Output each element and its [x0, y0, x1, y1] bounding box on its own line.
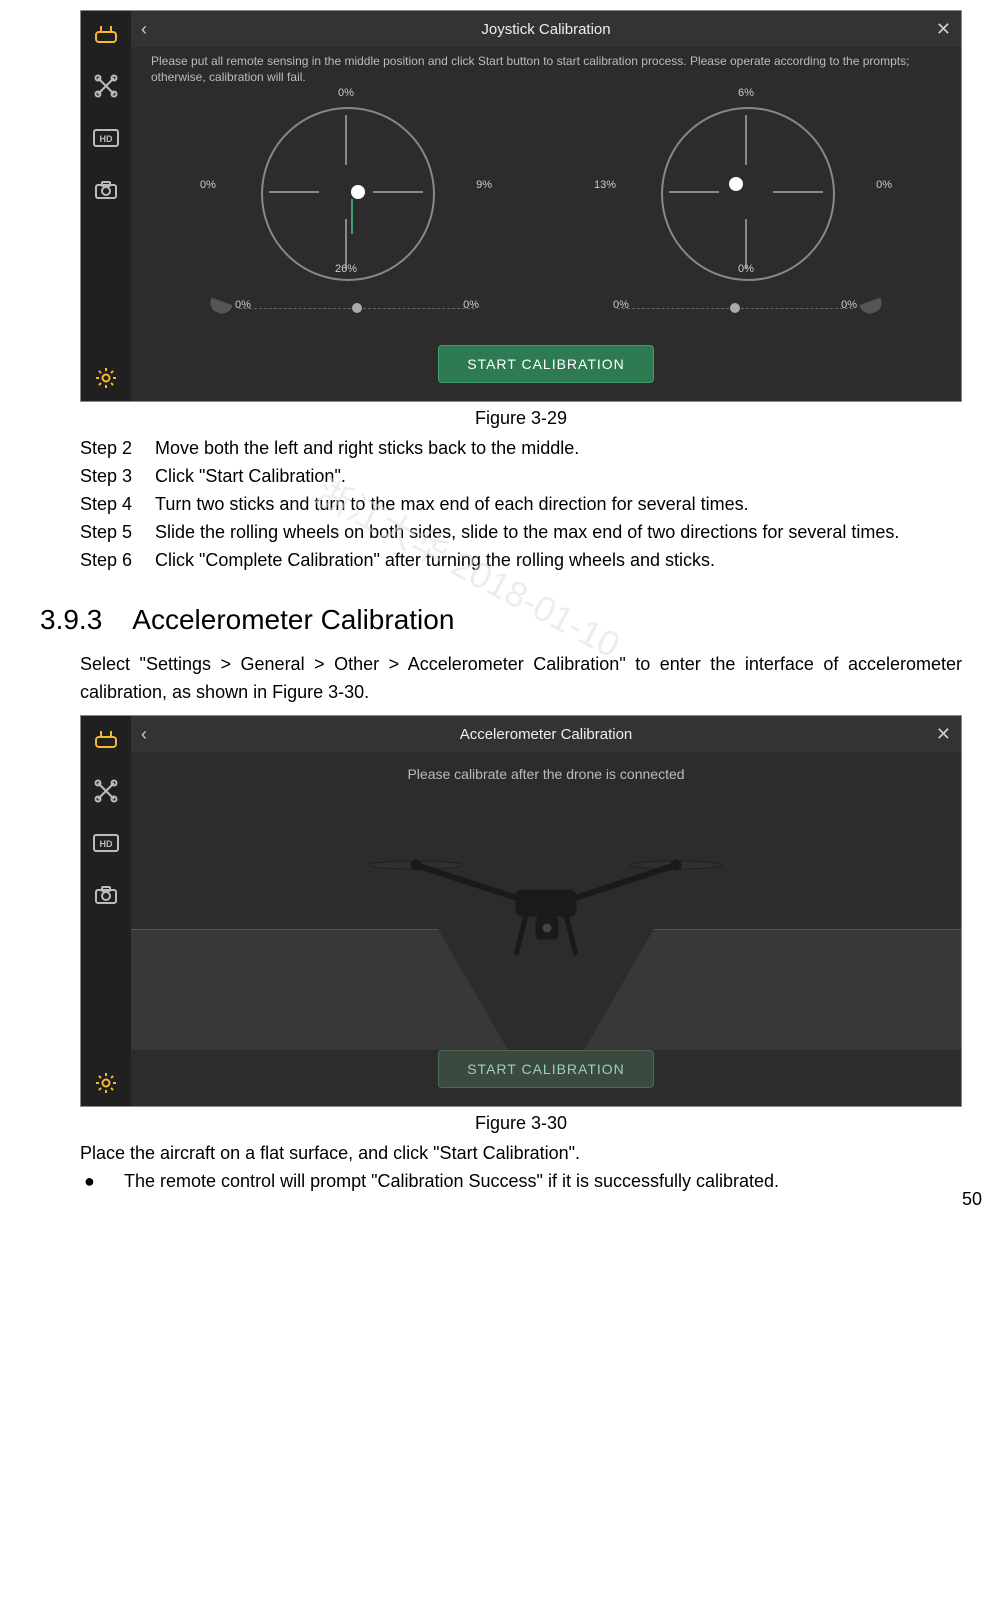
step-label: Step 2 [80, 435, 155, 463]
step-label: Step 4 [80, 491, 155, 519]
joystick-area: 0% 0% 9% 26% [131, 93, 961, 313]
drone-icon[interactable] [93, 778, 119, 804]
bullet-marker: ● [80, 1168, 124, 1196]
right-trigger-icon [860, 298, 885, 317]
left-joystick: 0% 0% 9% 26% [206, 93, 486, 313]
step-label: Step 5 [80, 519, 155, 547]
left-indicator [351, 199, 353, 234]
section-title: Accelerometer Calibration [132, 604, 454, 636]
drone-illustration [131, 790, 961, 1050]
modal-title: Joystick Calibration [481, 21, 610, 38]
start-calibration-button[interactable]: START CALIBRATION [438, 345, 654, 383]
calibration-hint: Please calibrate after the drone is conn… [131, 752, 961, 790]
right-stick-right-pct: 0% [876, 179, 892, 191]
controller-icon[interactable] [93, 726, 119, 752]
bullet-text: The remote control will prompt "Calibrat… [124, 1168, 779, 1196]
right-joystick: 6% 13% 0% 0% 0% [606, 93, 886, 313]
left-stick-left-pct: 0% [200, 179, 216, 191]
back-icon[interactable]: ‹ [141, 724, 147, 745]
right-stick-bottom-pct: 0% [738, 263, 754, 275]
step-row: Step 3 Click "Start Calibration". [80, 463, 962, 491]
right-stick-top-pct: 6% [738, 87, 754, 99]
step-label: Step 3 [80, 463, 155, 491]
bullet-item: ● The remote control will prompt "Calibr… [80, 1168, 962, 1196]
step-row: Step 5 Slide the rolling wheels on both … [80, 519, 962, 547]
step-text: Slide the rolling wheels on both sides, … [155, 519, 962, 547]
svg-text:HD: HD [100, 839, 113, 849]
post-figure-text: Place the aircraft on a flat surface, an… [80, 1140, 962, 1168]
step-text: Turn two sticks and turn to the max end … [155, 491, 962, 519]
left-stick-bottom-pct: 26% [335, 263, 357, 275]
calibration-hint: Please put all remote sensing in the mid… [131, 47, 961, 93]
section-intro: Select "Settings > General > Other > Acc… [80, 651, 962, 707]
right-stick-left-pct: 13% [594, 179, 616, 191]
figure-3-29-caption: Figure 3-29 [80, 408, 962, 429]
modal-title: Accelerometer Calibration [460, 726, 633, 743]
section-number: 3.9.3 [40, 604, 102, 636]
right-wheel-pct-a: 0% [613, 299, 629, 311]
step-row: Step 6 Click "Complete Calibration" afte… [80, 547, 962, 575]
app-sidebar: HD [81, 11, 131, 401]
modal-titlebar: ‹ Accelerometer Calibration ✕ [131, 716, 961, 752]
svg-text:HD: HD [100, 134, 113, 144]
step-text: Move both the left and right sticks back… [155, 435, 962, 463]
start-calibration-button[interactable]: START CALIBRATION [438, 1050, 654, 1088]
left-trigger-icon [208, 298, 233, 317]
drone-icon[interactable] [93, 73, 119, 99]
back-icon[interactable]: ‹ [141, 19, 147, 40]
left-wheel-pct-a: 0% [235, 299, 251, 311]
step-row: Step 4 Turn two sticks and turn to the m… [80, 491, 962, 519]
figure-3-30-screenshot: HD ‹ Accelerometer Calibration ✕ [80, 715, 962, 1107]
hd-icon[interactable]: HD [93, 125, 119, 151]
app-sidebar: HD [81, 716, 131, 1106]
step-row: Step 2 Move both the left and right stic… [80, 435, 962, 463]
figure-3-29-screenshot: HD ‹ Joystick Calibration ✕ [80, 10, 962, 402]
close-icon[interactable]: ✕ [936, 19, 951, 40]
left-stick-top-pct: 0% [338, 87, 354, 99]
hd-icon[interactable]: HD [93, 830, 119, 856]
figure-3-30-caption: Figure 3-30 [80, 1113, 962, 1134]
left-wheel-pct-b: 0% [463, 299, 479, 311]
gear-icon[interactable] [93, 365, 119, 391]
modal-titlebar: ‹ Joystick Calibration ✕ [131, 11, 961, 47]
right-wheel-dot [730, 303, 740, 313]
step-label: Step 6 [80, 547, 155, 575]
section-heading: 3.9.3 Accelerometer Calibration [40, 604, 962, 636]
controller-icon[interactable] [93, 21, 119, 47]
step-text: Click "Complete Calibration" after turni… [155, 547, 962, 575]
page-number: 50 [962, 1189, 982, 1210]
camera-icon[interactable] [93, 882, 119, 908]
step-text: Click "Start Calibration". [155, 463, 962, 491]
right-wheel-pct-b: 0% [841, 299, 857, 311]
gear-icon[interactable] [93, 1070, 119, 1096]
left-wheel-dot [352, 303, 362, 313]
camera-icon[interactable] [93, 177, 119, 203]
close-icon[interactable]: ✕ [936, 724, 951, 745]
left-stick-right-pct: 9% [476, 179, 492, 191]
